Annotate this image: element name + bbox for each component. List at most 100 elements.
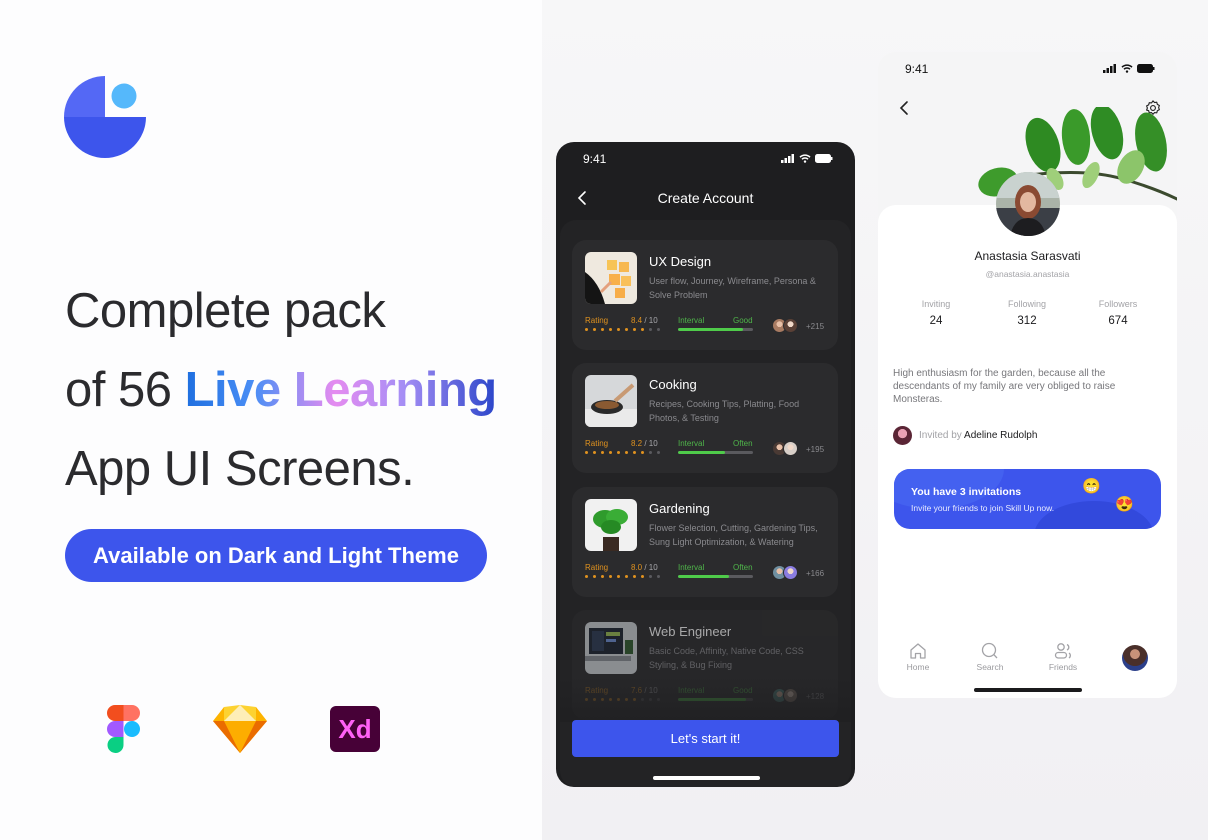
rating-dot bbox=[649, 328, 652, 331]
course-thumbnail bbox=[585, 622, 637, 674]
avatar bbox=[783, 565, 798, 580]
rating-value: 8.0 / 10 bbox=[631, 563, 658, 572]
bottom-tab-bar: Home Search Friends bbox=[878, 642, 1177, 682]
theme-availability-badge: Available on Dark and Light Theme bbox=[65, 529, 487, 582]
invitations-subtitle: Invite your friends to join Skill Up now… bbox=[911, 503, 1055, 513]
stat-value: 24 bbox=[929, 315, 943, 327]
pie-chart-logo-icon bbox=[64, 76, 146, 158]
inviter-avatar[interactable] bbox=[893, 426, 912, 445]
course-card[interactable]: UX Design User flow, Journey, Wireframe, … bbox=[572, 240, 838, 350]
headline-line-1: Complete pack bbox=[65, 284, 386, 338]
rating-dot bbox=[585, 575, 588, 578]
invitations-card[interactable]: You have 3 invitations Invite your frien… bbox=[894, 469, 1161, 529]
battery-icon bbox=[1137, 64, 1155, 73]
course-thumbnail bbox=[585, 252, 637, 304]
rating-dot bbox=[641, 451, 644, 454]
course-meta: Rating 8.0 / 10 Interval Often +166 bbox=[585, 563, 827, 585]
friends-icon bbox=[1054, 643, 1071, 659]
stat-following[interactable]: Following 312 bbox=[987, 299, 1067, 327]
headline: Complete pack of 56 Live Learning App UI… bbox=[65, 272, 497, 509]
course-description: Basic Code, Affinity, Native Code, CSS S… bbox=[649, 646, 804, 670]
stat-label: Followers bbox=[1098, 299, 1138, 309]
screen-title: Create Account bbox=[657, 190, 754, 206]
rating-label: Rating bbox=[585, 316, 609, 325]
inviter-name[interactable]: Adeline Rudolph bbox=[964, 430, 1037, 441]
stat-value: 312 bbox=[1017, 315, 1037, 327]
status-time: 9:41 bbox=[583, 152, 607, 166]
learner-count: +166 bbox=[806, 569, 825, 578]
course-card[interactable]: Gardening Flower Selection, Cutting, Gard… bbox=[572, 487, 838, 597]
course-title: Web Engineer bbox=[649, 624, 732, 639]
home-indicator bbox=[653, 776, 760, 780]
home-indicator bbox=[974, 688, 1082, 692]
status-bar: 9:41 bbox=[878, 62, 1177, 78]
rating-dot bbox=[641, 575, 644, 578]
rating-value: 8.4 / 10 bbox=[631, 316, 658, 325]
headline-highlight: Live Learning bbox=[184, 363, 498, 417]
start-button[interactable]: Let's start it! bbox=[572, 720, 839, 757]
learner-avatars[interactable] bbox=[772, 318, 798, 333]
rating-dot bbox=[617, 328, 620, 331]
interval-label: Interval bbox=[678, 439, 705, 448]
adobe-xd-icon: Xd bbox=[330, 706, 380, 752]
stat-value: 674 bbox=[1108, 315, 1128, 327]
learner-count: +195 bbox=[806, 445, 825, 454]
status-bar: 9:41 bbox=[556, 152, 855, 168]
stat-label: Inviting bbox=[921, 299, 951, 309]
stat-inviting[interactable]: Inviting 24 bbox=[896, 299, 976, 327]
rating-dot bbox=[617, 575, 620, 578]
tab-home[interactable]: Home bbox=[893, 642, 943, 672]
tab-friends[interactable]: Friends bbox=[1038, 642, 1088, 672]
rating-dot bbox=[585, 328, 588, 331]
course-meta: Rating 8.4 / 10 Interval Good +215 bbox=[585, 316, 827, 338]
rating-dot bbox=[649, 575, 652, 578]
tab-profile-avatar[interactable] bbox=[1122, 645, 1148, 671]
course-card[interactable]: Cooking Recipes, Cooking Tips, Platting, … bbox=[572, 363, 838, 473]
light-theme-profile-screen: 9:41 Anastasia Sarasvati @anastasia.anas… bbox=[878, 52, 1177, 698]
signal-icon bbox=[1103, 64, 1116, 73]
rating-dots bbox=[585, 575, 660, 578]
rating-dot bbox=[609, 575, 612, 578]
rating-dot bbox=[649, 451, 652, 454]
signal-icon bbox=[781, 154, 794, 163]
interval-label: Interval bbox=[678, 563, 705, 572]
learner-avatars[interactable] bbox=[772, 565, 798, 580]
tab-search[interactable]: Search bbox=[965, 642, 1015, 672]
rating-dot bbox=[593, 451, 596, 454]
rating-dot bbox=[593, 328, 596, 331]
interval-progress-fill bbox=[678, 575, 729, 578]
rating-dot bbox=[625, 575, 628, 578]
status-time: 9:41 bbox=[905, 62, 929, 76]
headline-line-2: of 56 Live Learning bbox=[65, 351, 497, 430]
course-title: UX Design bbox=[649, 254, 712, 269]
invitations-title: You have 3 invitations bbox=[911, 486, 1022, 498]
rating-dot bbox=[593, 575, 596, 578]
rating-dot bbox=[657, 575, 660, 578]
profile-avatar[interactable] bbox=[996, 172, 1060, 236]
interval-progress-fill bbox=[678, 328, 743, 331]
learner-avatars[interactable] bbox=[772, 441, 798, 456]
rating-dot bbox=[633, 575, 636, 578]
stat-followers[interactable]: Followers 674 bbox=[1078, 299, 1158, 327]
rating-dot bbox=[633, 328, 636, 331]
rating-label: Rating bbox=[585, 439, 609, 448]
back-chevron-icon[interactable] bbox=[898, 99, 912, 117]
tab-label: Friends bbox=[1048, 662, 1078, 672]
figma-icon bbox=[107, 705, 140, 753]
profile-bio: High enthusiasm for the garden, because … bbox=[893, 368, 1116, 405]
headline-prefix: of 56 bbox=[65, 363, 185, 417]
rating-dot bbox=[617, 451, 620, 454]
rating-dot bbox=[609, 328, 612, 331]
interval-value: Often bbox=[733, 439, 753, 448]
rating-dot bbox=[625, 328, 628, 331]
sketch-icon bbox=[213, 705, 267, 753]
interval-progress-bar bbox=[678, 575, 753, 578]
interval-progress-fill bbox=[678, 451, 725, 454]
headline-line-3: App UI Screens. bbox=[65, 442, 415, 496]
course-meta: Rating 8.2 / 10 Interval Often +195 bbox=[585, 439, 827, 461]
battery-icon bbox=[815, 154, 833, 163]
tab-label: Search bbox=[976, 662, 1004, 672]
course-thumbnail bbox=[585, 499, 637, 551]
rating-dots bbox=[585, 451, 660, 454]
stat-label: Following bbox=[1007, 299, 1047, 309]
